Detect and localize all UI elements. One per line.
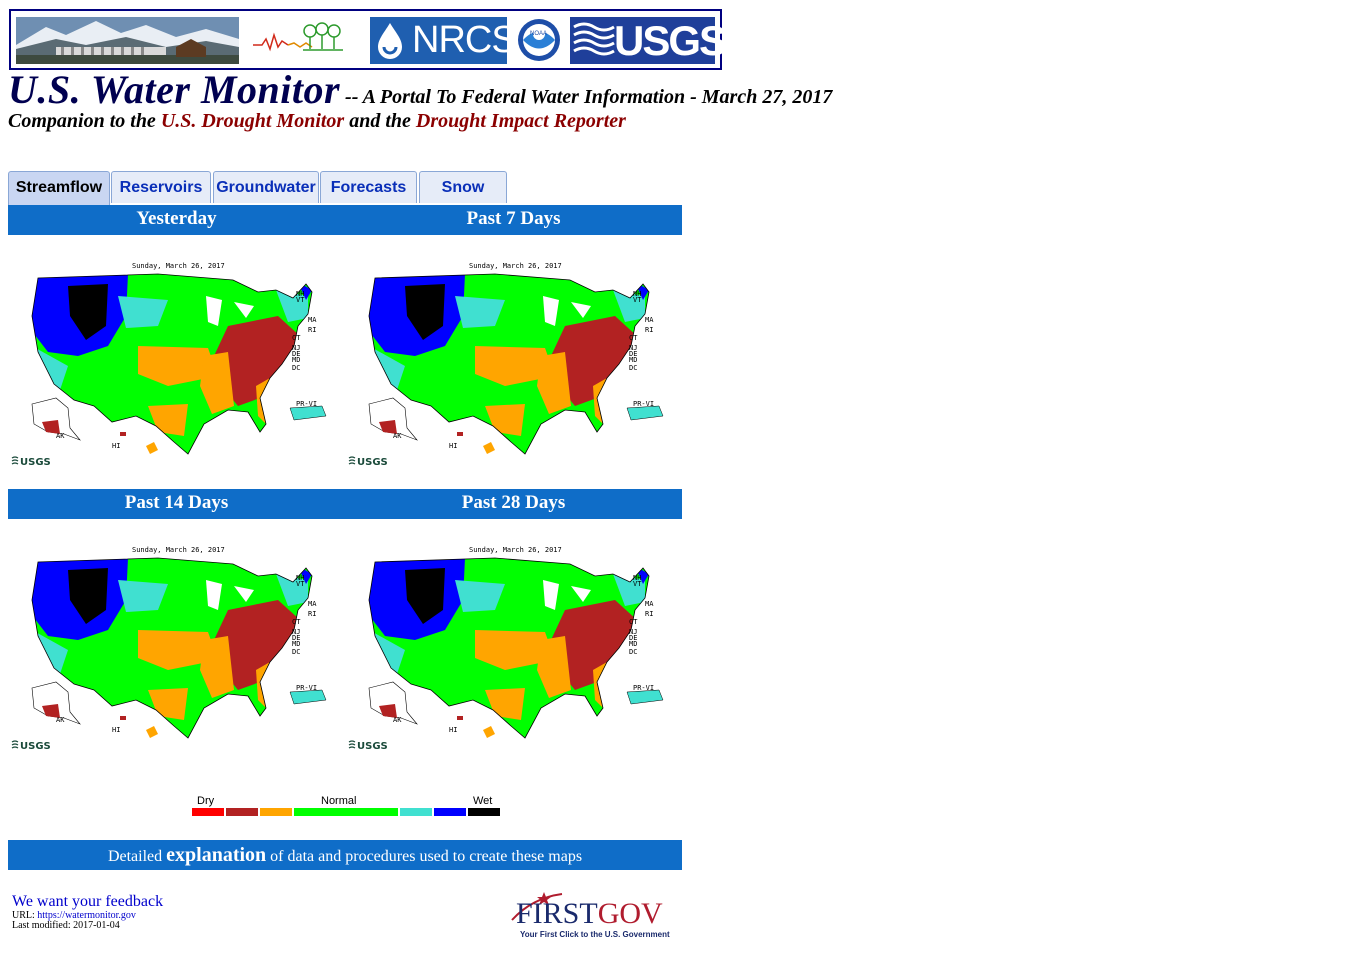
state-label-vt: VT bbox=[296, 580, 305, 588]
explanation-bar[interactable]: Detailed explanation of data and procedu… bbox=[8, 840, 682, 870]
noaa-label: NOAA bbox=[530, 31, 548, 37]
feedback-link[interactable]: We want your feedback bbox=[12, 893, 163, 911]
last-modified: Last modified: 2017-01-04 bbox=[12, 920, 120, 931]
state-label-ri: RI bbox=[308, 610, 316, 618]
page-title: U.S. Water Monitor -- A Portal To Federa… bbox=[8, 66, 832, 113]
mountain-dam-photo bbox=[16, 17, 239, 64]
state-label-ma: MA bbox=[308, 316, 317, 324]
pr-vi-label: PR-VI bbox=[633, 400, 654, 408]
pr-vi-label: PR-VI bbox=[296, 684, 317, 692]
hawaii-label: HI bbox=[112, 442, 120, 450]
section-past-7-days: Past 7 Days bbox=[466, 208, 561, 229]
state-label-vt: VT bbox=[633, 580, 642, 588]
section-past-28-days: Past 28 Days bbox=[461, 492, 566, 513]
section-bar-top: Yesterday Past 7 Days bbox=[8, 205, 682, 235]
map-usgs-text: USGS bbox=[20, 457, 51, 468]
tab-snow[interactable]: Snow bbox=[419, 171, 507, 203]
state-label-ri: RI bbox=[645, 326, 653, 334]
explanation-suffix: of data and procedures used to create th… bbox=[266, 848, 583, 865]
tab-groundwater[interactable]: Groundwater bbox=[213, 171, 319, 203]
pr-vi-label: PR-VI bbox=[633, 684, 654, 692]
legend-swatch-2 bbox=[226, 808, 258, 816]
firstgov-tagline: Your First Click to the U.S. Government bbox=[520, 930, 670, 939]
state-label-ct: CT bbox=[292, 334, 301, 342]
legend-swatch-3 bbox=[260, 808, 292, 816]
legend-swatch-6 bbox=[434, 808, 466, 816]
legend-wet-label: Wet bbox=[473, 795, 493, 807]
state-label-md: MD bbox=[629, 356, 637, 364]
map-date-label: Sunday, March 26, 2017 bbox=[469, 546, 562, 554]
state-label-ct: CT bbox=[629, 334, 638, 342]
alaska-label: AK bbox=[56, 716, 65, 724]
state-label-ri: RI bbox=[645, 610, 653, 618]
firstgov-wordmark: FIRSTGOV bbox=[516, 898, 663, 930]
firstgov-logo[interactable]: FIRSTGOV Your First Click to the U.S. Go… bbox=[502, 890, 677, 942]
drought-monitor-link[interactable]: U.S. Drought Monitor bbox=[161, 110, 344, 132]
legend-swatch-4 bbox=[294, 808, 398, 816]
nrcs-label: NRCS bbox=[412, 19, 517, 61]
state-label-dc: DC bbox=[629, 364, 637, 372]
hawaii-label: HI bbox=[449, 442, 457, 450]
map-date-label: Sunday, March 26, 2017 bbox=[469, 262, 562, 270]
state-label-ma: MA bbox=[308, 600, 317, 608]
state-label-vt: VT bbox=[296, 296, 305, 304]
tab-streamflow[interactable]: Streamflow bbox=[8, 171, 110, 205]
companion-line: Companion to the U.S. Drought Monitor an… bbox=[8, 110, 626, 133]
state-label-ct: CT bbox=[629, 618, 638, 626]
state-label-md: MD bbox=[292, 356, 300, 364]
site-subtitle: -- A Portal To Federal Water Information… bbox=[340, 86, 833, 108]
map-usgs-text: USGS bbox=[357, 457, 388, 468]
pr-vi-label: PR-VI bbox=[296, 400, 317, 408]
hydrograph-trees-logo bbox=[248, 17, 358, 64]
map-date-label: Sunday, March 26, 2017 bbox=[132, 262, 225, 270]
explanation-link[interactable]: explanation bbox=[166, 844, 266, 866]
noaa-logo: NOAA bbox=[510, 17, 568, 64]
streamflow-legend: Dry Normal Wet bbox=[192, 795, 502, 819]
drought-impact-reporter-link[interactable]: Drought Impact Reporter bbox=[416, 110, 626, 132]
section-yesterday: Yesterday bbox=[136, 208, 217, 229]
banner: NRCS NOAA USGS bbox=[9, 9, 727, 70]
state-label-ct: CT bbox=[292, 618, 301, 626]
legend-normal-label: Normal bbox=[321, 795, 357, 807]
usgs-label: USGS bbox=[614, 17, 727, 64]
map-usgs-text: USGS bbox=[357, 741, 388, 752]
map-usgs-text: USGS bbox=[20, 741, 51, 752]
state-label-dc: DC bbox=[292, 364, 300, 372]
alaska-label: AK bbox=[393, 716, 402, 724]
streamflow-map-past-14-days[interactable]: Sunday, March 26, 2017 NH VT MA RI CT NJ DE MD DC… bbox=[8, 540, 334, 756]
companion-middle: and the bbox=[344, 110, 416, 132]
state-label-ri: RI bbox=[308, 326, 316, 334]
streamflow-map-past-7-days[interactable]: Sunday, March 26, 2017 NH VT MA RI CT NJ DE MD DC… bbox=[345, 256, 671, 472]
state-label-vt: VT bbox=[633, 296, 642, 304]
legend-swatch-7 bbox=[468, 808, 500, 816]
section-bar-bottom: Past 14 Days Past 28 Days bbox=[8, 489, 682, 519]
companion-prefix: Companion to the bbox=[8, 110, 161, 132]
streamflow-map-yesterday[interactable]: Sunday, March 26, 2017 NH VT MA RI CT NJ DE MD DC… bbox=[8, 256, 334, 472]
streamflow-map-past-28-days[interactable]: Sunday, March 26, 2017 NH VT MA RI CT NJ DE MD DC… bbox=[345, 540, 671, 756]
explanation-prefix: Detailed bbox=[107, 848, 167, 865]
alaska-label: AK bbox=[393, 432, 402, 440]
hawaii-label: HI bbox=[449, 726, 457, 734]
state-label-ma: MA bbox=[645, 316, 654, 324]
tab-forecasts[interactable]: Forecasts bbox=[320, 171, 417, 203]
legend-dry-label: Dry bbox=[197, 795, 215, 807]
section-past-14-days: Past 14 Days bbox=[124, 492, 229, 513]
state-label-md: MD bbox=[629, 640, 637, 648]
usgs-logo: USGS bbox=[570, 17, 727, 64]
firstgov-first: FIRST bbox=[516, 897, 598, 930]
firstgov-gov: GOV bbox=[597, 897, 663, 930]
nrcs-logo: NRCS bbox=[370, 17, 517, 64]
tab-reservoirs[interactable]: Reservoirs bbox=[111, 171, 211, 203]
state-label-dc: DC bbox=[629, 648, 637, 656]
alaska-label: AK bbox=[56, 432, 65, 440]
legend-swatch-1 bbox=[192, 808, 224, 816]
state-label-ma: MA bbox=[645, 600, 654, 608]
map-date-label: Sunday, March 26, 2017 bbox=[132, 546, 225, 554]
site-name: U.S. Water Monitor bbox=[8, 67, 341, 112]
state-label-md: MD bbox=[292, 640, 300, 648]
hawaii-label: HI bbox=[112, 726, 120, 734]
state-label-dc: DC bbox=[292, 648, 300, 656]
legend-swatch-5 bbox=[400, 808, 432, 816]
